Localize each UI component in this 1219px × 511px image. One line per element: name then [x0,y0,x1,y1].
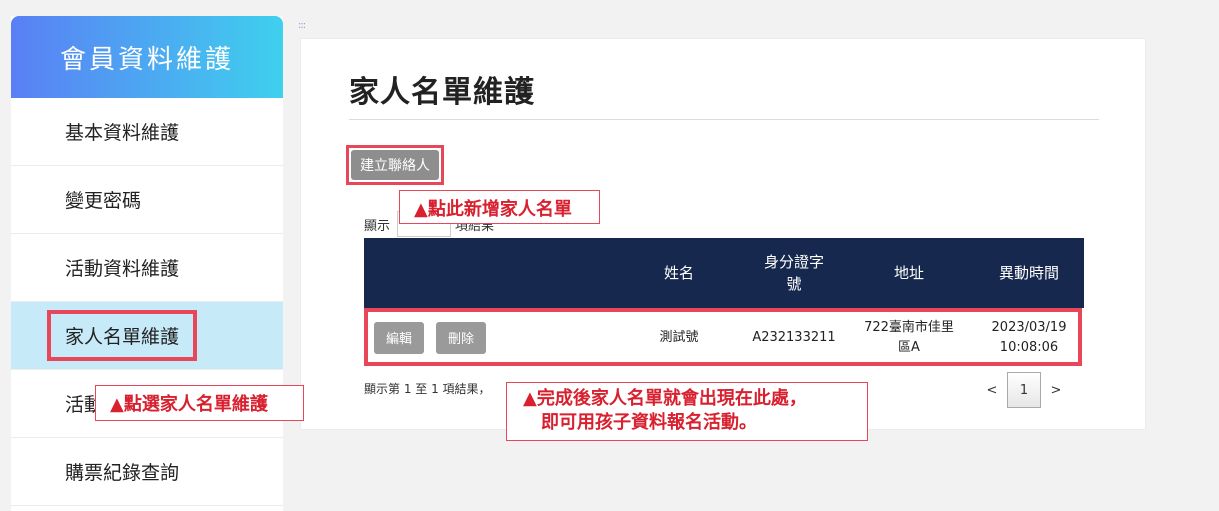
column-header-actions [364,238,614,308]
sidebar: 會員資料維護 基本資料維護 變更密碼 活動資料維護 家人名單維護 活動 購票紀錄… [11,16,283,511]
sidebar-item-activity-data[interactable]: 活動資料維護 [11,234,283,302]
sidebar-item-change-password[interactable]: 變更密碼 [11,166,283,234]
callout-select-family: ▲點選家人名單維護 [95,385,304,421]
table-row: 編輯 刪除 測試號 A232133211 722臺南市佳里區A 2023/03/… [364,308,1084,367]
page-number-button[interactable]: 1 [1007,372,1041,408]
next-page-button[interactable]: > [1041,383,1071,398]
sidebar-item-basic-info[interactable]: 基本資料維護 [11,98,283,166]
title-divider [349,119,1099,120]
sidebar-item-family-list[interactable]: 家人名單維護 [11,302,283,370]
create-contact-button[interactable]: 建立聯絡人 [351,150,439,180]
page-title: 家人名單維護 [349,75,535,110]
length-label: 顯示 [364,219,391,234]
create-button-highlight: 建立聯絡人 [346,145,444,185]
main-panel: 家人名單維護 建立聯絡人 顯示 項結果 姓名 身分證字號 地址 異動時間 編輯 … [300,38,1146,430]
callout-result-line2: 即可用孩子資料報名活動。 [541,412,757,433]
column-header-id[interactable]: 身分證字號 [744,238,844,308]
drag-handle-icon[interactable]: ::: [298,20,306,31]
table-header: 姓名 身分證字號 地址 異動時間 [364,238,1084,308]
sidebar-item-label: 家人名單維護 [47,310,198,361]
column-header-name[interactable]: 姓名 [614,238,744,308]
column-header-time[interactable]: 異動時間 [974,238,1084,308]
callout-add-family: ▲點此新增家人名單 [399,190,600,224]
cell-time: 2023/03/19 10:08:06 [991,319,1067,355]
sidebar-item-label: 購票紀錄查詢 [65,462,180,484]
sidebar-item-ticket-records[interactable]: 購票紀錄查詢 [11,438,283,506]
delete-button[interactable]: 刪除 [436,321,486,354]
sidebar-item-label: 活動資料維護 [65,258,180,280]
pagination: < 1 > [981,372,1071,408]
table-info: 顯示第 1 至 1 項結果， [364,382,491,396]
sidebar-item-label: 變更密碼 [65,190,142,212]
cell-address: 722臺南市佳里區A [864,319,954,355]
edit-button[interactable]: 編輯 [374,321,424,354]
sidebar-item-label: 基本資料維護 [65,122,180,144]
callout-result: ▲完成後家人名單就會出現在此處， 即可用孩子資料報名活動。 [506,382,868,441]
cell-name: 測試號 [659,329,699,345]
row-actions: 編輯 刪除 [374,308,504,367]
column-header-address[interactable]: 地址 [844,238,974,308]
cell-id: A232133211 [752,329,836,345]
sidebar-title: 會員資料維護 [11,16,283,98]
prev-page-button[interactable]: < [981,383,1003,398]
callout-result-line1: ▲完成後家人名單就會出現在此處， [523,388,807,409]
